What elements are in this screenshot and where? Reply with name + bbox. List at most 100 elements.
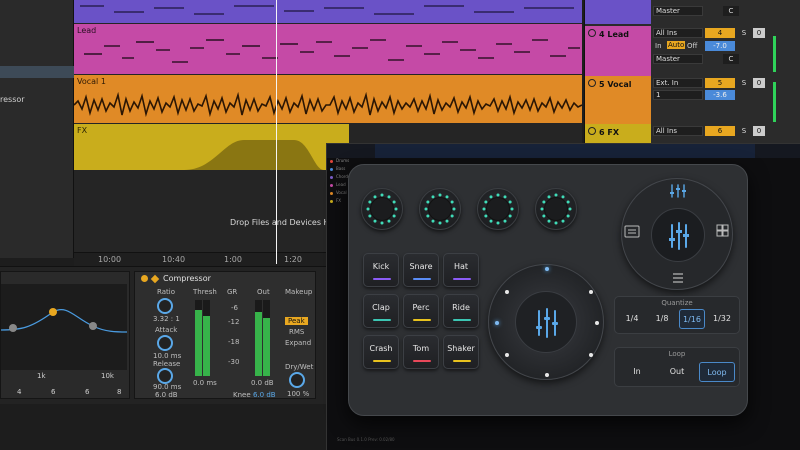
playhead-cursor[interactable] [276, 0, 277, 264]
eq-band-number[interactable]: 6 [51, 388, 55, 396]
volume-value[interactable]: -3.6 [705, 90, 735, 100]
list-icon [673, 273, 683, 283]
browser-item[interactable]: ressor [0, 95, 25, 104]
input-channel-select[interactable]: 1 [653, 90, 703, 100]
loop-toggle-button[interactable]: Loop [699, 362, 735, 382]
drum-pad-clap[interactable]: Clap [363, 294, 399, 328]
rms-button[interactable]: RMS [289, 328, 304, 336]
gr-scale: -18 [228, 338, 240, 346]
quantize-option-1-16[interactable]: 1/16 [679, 309, 705, 329]
device-title: Compressor [163, 274, 211, 283]
solo-button[interactable]: S [739, 126, 749, 136]
pan-value[interactable]: C [723, 54, 739, 64]
mixer-sliders-icon [536, 308, 558, 338]
encoder-knob-2[interactable] [419, 188, 461, 230]
track-header[interactable]: 5 Vocal [585, 76, 651, 126]
out-meter[interactable] [255, 300, 262, 376]
jog-center-button[interactable] [515, 291, 577, 353]
thresh-meter[interactable] [195, 300, 202, 376]
device-fold-icon[interactable] [150, 274, 160, 284]
eq-band-number[interactable]: 8 [117, 388, 121, 396]
track-number[interactable]: 5 [705, 78, 735, 88]
drum-pad-crash[interactable]: Crash [363, 335, 399, 369]
plugin-header-strip [327, 144, 800, 158]
release-value[interactable]: 90.0 ms [153, 383, 181, 391]
jog-wheel[interactable] [488, 264, 604, 380]
monitor-auto[interactable]: Auto [667, 41, 686, 49]
eq-band-handle[interactable] [89, 322, 97, 330]
eq-band-handle[interactable] [9, 324, 17, 332]
drum-pad-tom[interactable]: Tom [403, 335, 439, 369]
arm-button[interactable]: 0 [753, 126, 765, 136]
knee-value[interactable]: 6.0 dB [253, 391, 276, 399]
pan-value[interactable]: C [723, 6, 739, 16]
volume-value[interactable]: -7.0 [705, 41, 735, 51]
jog-step-led [595, 321, 599, 325]
output-routing-select[interactable]: Master [653, 54, 703, 64]
monitor-in[interactable]: In [655, 42, 662, 50]
track-number[interactable]: 4 [705, 28, 735, 38]
drum-pad-kick[interactable]: Kick [363, 253, 399, 287]
attack-value[interactable]: 10.0 ms [153, 352, 181, 360]
drum-pad-shaker[interactable]: Shaker [443, 335, 479, 369]
peak-button[interactable]: Peak [285, 317, 308, 325]
output-routing-select[interactable]: Master [653, 6, 703, 16]
nav-center-button[interactable] [651, 208, 705, 262]
mixer-row: Master C [585, 0, 800, 24]
input-type-select[interactable]: All Ins [653, 28, 703, 38]
eq-band-number[interactable]: 6 [85, 388, 89, 396]
navigation-ring[interactable] [621, 178, 733, 290]
release-knob[interactable] [157, 368, 173, 384]
out-meter[interactable] [263, 300, 270, 376]
track-list-item[interactable]: Drums [327, 158, 355, 166]
arm-button[interactable]: 0 [753, 28, 765, 38]
solo-button[interactable]: S [739, 78, 749, 88]
thresh-meter[interactable] [203, 300, 210, 376]
eq-band-handle[interactable] [49, 308, 57, 316]
device-power-icon[interactable] [141, 275, 148, 282]
track-number[interactable]: 6 [705, 126, 735, 136]
release-db[interactable]: 6.0 dB [155, 391, 178, 399]
out-value[interactable]: 0.0 dB [251, 379, 274, 387]
input-type-select[interactable]: All Ins [653, 126, 703, 136]
track-clip-lead[interactable]: Lead [74, 24, 582, 74]
ratio-value[interactable]: 3.32 : 1 [153, 315, 180, 323]
loop-out-button[interactable]: Out [659, 362, 695, 382]
eq-band-number[interactable]: 4 [17, 388, 21, 396]
input-type-select[interactable]: Ext. In [653, 78, 703, 88]
drywet-value[interactable]: 100 % [287, 390, 309, 398]
drum-pad-perc[interactable]: Perc [403, 294, 439, 328]
solo-button[interactable]: S [739, 28, 749, 38]
eq-curve-display[interactable] [0, 284, 128, 370]
monitor-off[interactable]: Off [687, 42, 697, 50]
attack-knob[interactable] [157, 335, 173, 351]
eq-device: 1k 10k 4 6 6 8 [0, 271, 130, 399]
jog-step-led [589, 353, 593, 357]
drywet-knob[interactable] [289, 372, 305, 388]
eq-freq-label: 10k [101, 372, 114, 380]
drum-pad-hat[interactable]: Hat [443, 253, 479, 287]
encoder-knob-4[interactable] [535, 188, 577, 230]
quantize-option-1-8[interactable]: 1/8 [649, 309, 675, 329]
track-clip-vocal[interactable]: Vocal 1 [74, 75, 582, 123]
arm-button[interactable]: 0 [753, 78, 765, 88]
track-header[interactable] [585, 0, 651, 24]
browser-selected-row[interactable] [0, 66, 74, 78]
expand-button[interactable]: Expand [285, 339, 311, 347]
encoder-knob-1[interactable] [361, 188, 403, 230]
track-power-icon[interactable] [588, 29, 596, 37]
makeup-label[interactable]: Makeup [285, 288, 312, 296]
quantize-option-1-4[interactable]: 1/4 [619, 309, 645, 329]
ratio-knob[interactable] [157, 298, 173, 314]
thresh-value[interactable]: 0.0 ms [193, 379, 217, 387]
track-clip-midi-top[interactable] [74, 0, 582, 23]
track-header[interactable]: 4 Lead [585, 26, 651, 76]
track-power-icon[interactable] [588, 79, 596, 87]
loop-in-button[interactable]: In [619, 362, 655, 382]
track-power-icon[interactable] [588, 127, 596, 135]
quantize-option-1-32[interactable]: 1/32 [709, 309, 735, 329]
drum-pad-snare[interactable]: Snare [403, 253, 439, 287]
midi-notes-lead [84, 39, 580, 63]
drum-pad-ride[interactable]: Ride [443, 294, 479, 328]
encoder-knob-3[interactable] [477, 188, 519, 230]
